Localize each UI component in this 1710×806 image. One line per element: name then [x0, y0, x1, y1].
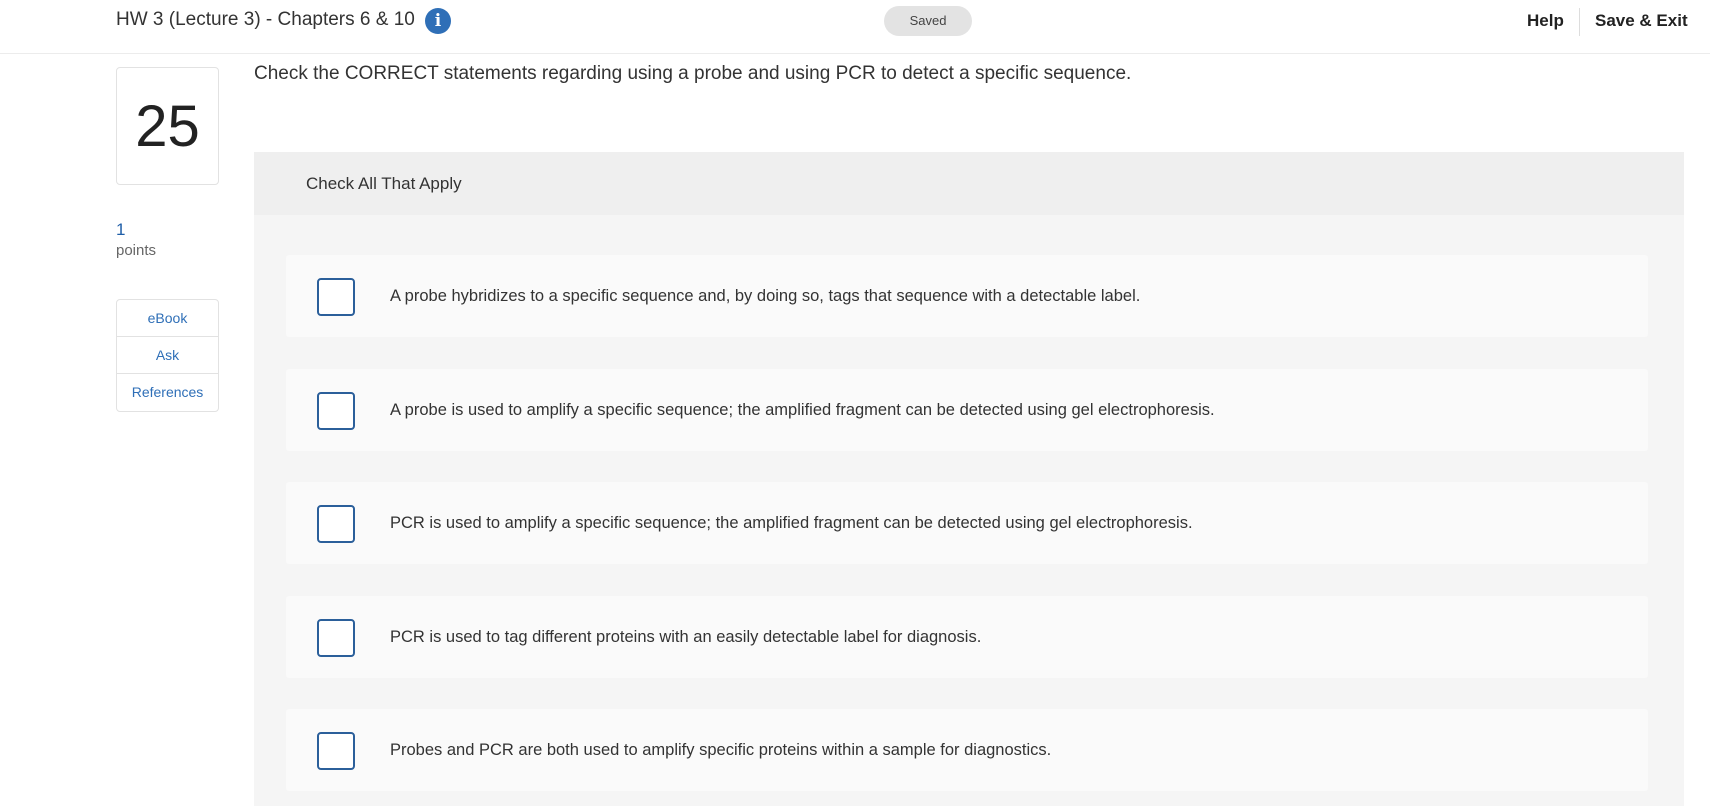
points-label: points: [116, 242, 157, 259]
answer-choice[interactable]: PCR is used to tag different proteins wi…: [286, 596, 1648, 678]
points-value: 1: [116, 220, 126, 239]
top-header: HW 3 (Lecture 3) - Chapters 6 & 10 i Sav…: [0, 0, 1710, 54]
choice-text: PCR is used to tag different proteins wi…: [390, 628, 982, 646]
question-number: 25: [116, 67, 219, 185]
choice-text: A probe hybridizes to a specific sequenc…: [390, 287, 1141, 305]
choice-checkbox[interactable]: [317, 619, 355, 657]
answer-choice[interactable]: PCR is used to amplify a specific sequen…: [286, 482, 1648, 564]
answer-choice[interactable]: A probe is used to amplify a specific se…: [286, 369, 1648, 451]
answer-choice[interactable]: A probe hybridizes to a specific sequenc…: [286, 255, 1648, 337]
choice-checkbox[interactable]: [317, 732, 355, 770]
header-divider: [1579, 8, 1580, 36]
help-button[interactable]: Help: [1527, 11, 1564, 31]
save-and-exit-button[interactable]: Save & Exit: [1595, 11, 1688, 31]
ask-link[interactable]: Ask: [117, 337, 218, 374]
answer-panel: Check All That Apply A probe hybridizes …: [254, 152, 1684, 806]
choice-text: PCR is used to amplify a specific sequen…: [390, 514, 1193, 532]
choice-text: Probes and PCR are both used to amplify …: [390, 741, 1052, 759]
question-prompt: Check the CORRECT statements regarding u…: [254, 63, 1132, 84]
choice-checkbox[interactable]: [317, 278, 355, 316]
saved-status-badge: Saved: [884, 6, 972, 36]
ebook-link[interactable]: eBook: [117, 300, 218, 337]
choice-text: A probe is used to amplify a specific se…: [390, 401, 1215, 419]
references-link[interactable]: References: [117, 374, 218, 411]
check-all-instruction: Check All That Apply: [254, 152, 1684, 215]
assignment-title: HW 3 (Lecture 3) - Chapters 6 & 10: [116, 9, 415, 30]
choice-checkbox[interactable]: [317, 392, 355, 430]
resources-menu: eBook Ask References: [116, 299, 219, 412]
answer-choice[interactable]: Probes and PCR are both used to amplify …: [286, 709, 1648, 791]
info-icon[interactable]: i: [425, 8, 451, 34]
choice-checkbox[interactable]: [317, 505, 355, 543]
